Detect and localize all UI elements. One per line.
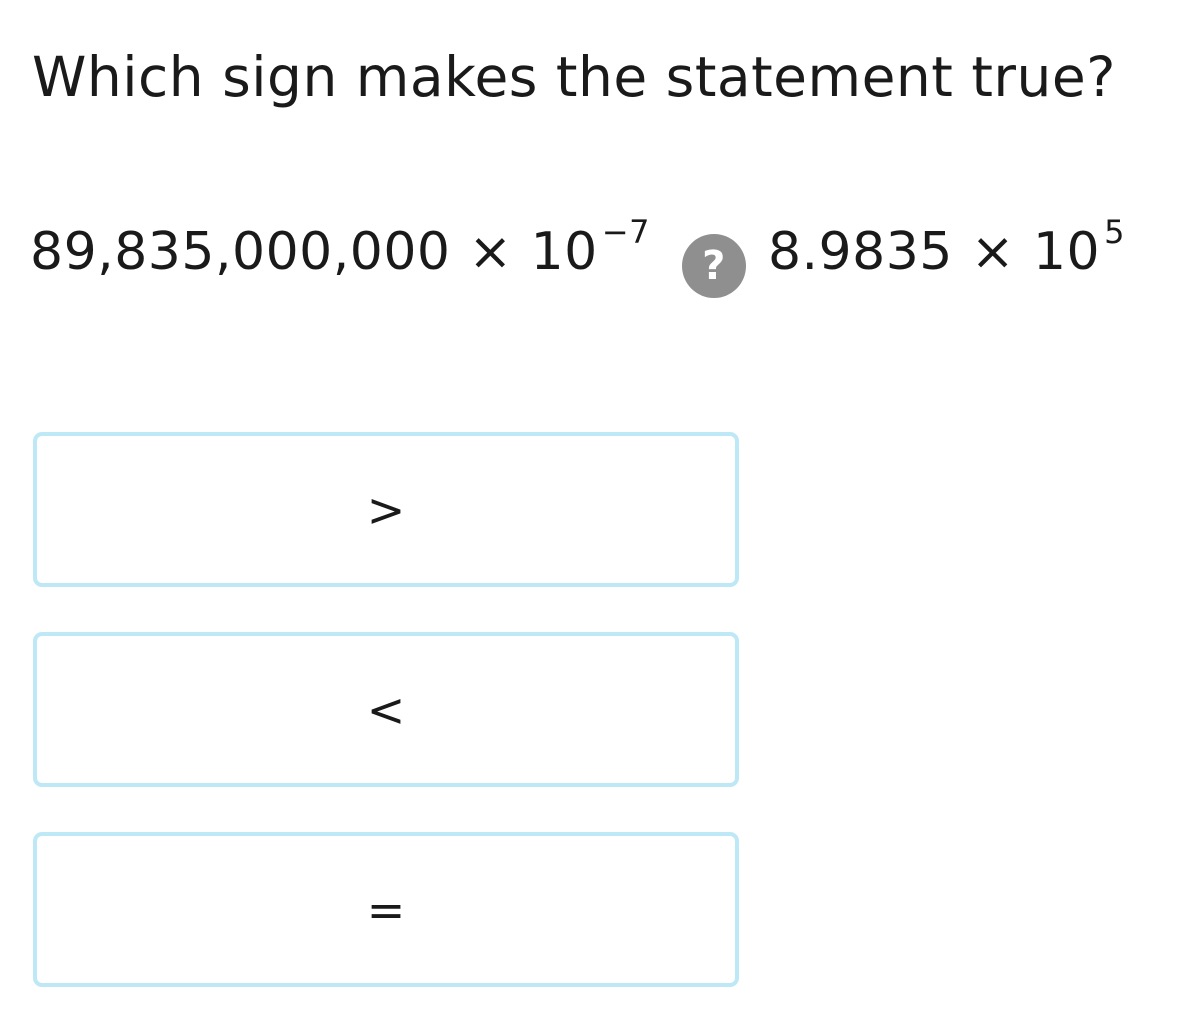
- math-statement: 89,835,000,000 × 10 −7? 8.9835 × 10 5: [30, 210, 1140, 298]
- left-coefficient: 89,835,000,000: [30, 222, 451, 282]
- choice-greater-than-button[interactable]: >: [33, 432, 739, 587]
- choice-equal-button[interactable]: =: [33, 832, 739, 987]
- left-exponent: −7: [601, 213, 650, 251]
- answer-choices: > < =: [33, 432, 739, 1032]
- question-mark-icon: ?: [681, 234, 746, 298]
- choice-label: =: [366, 882, 406, 937]
- left-power-base: 10: [530, 222, 598, 282]
- left-times-sign: ×: [468, 222, 513, 282]
- question-prompt: Which sign makes the statement true?: [32, 45, 1116, 109]
- right-power-base: 10: [1032, 222, 1101, 282]
- choice-less-than-button[interactable]: <: [33, 632, 739, 787]
- choice-label: <: [366, 682, 406, 737]
- choice-label: >: [366, 482, 406, 537]
- right-coefficient: 8.9835: [767, 222, 953, 282]
- right-exponent: 5: [1104, 213, 1125, 251]
- right-times-sign: ×: [970, 222, 1015, 282]
